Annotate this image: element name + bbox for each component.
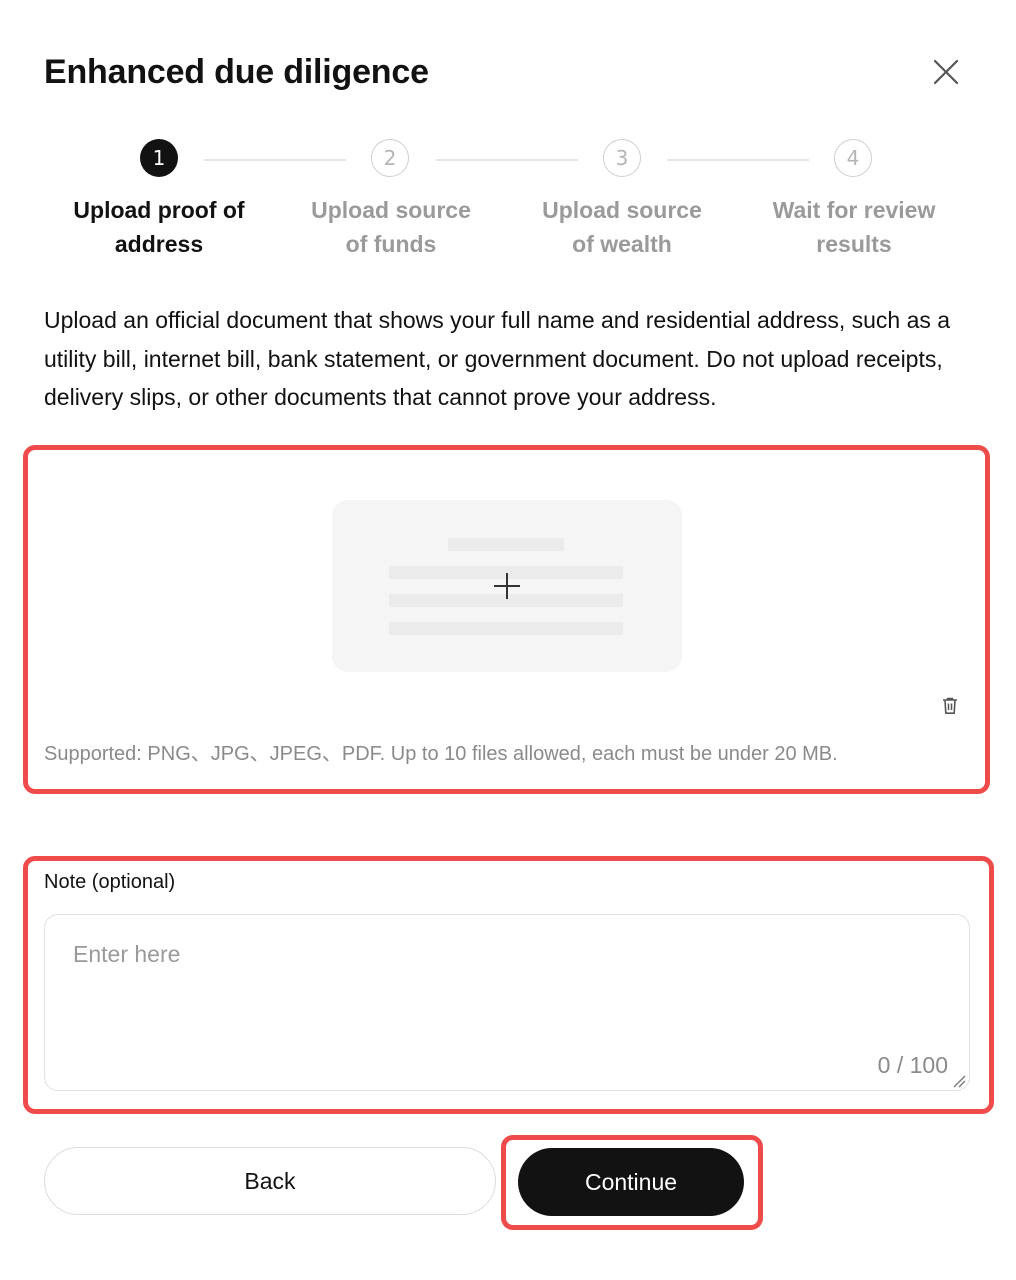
character-counter: 0 / 100: [877, 1052, 948, 1078]
document-placeholder-line: [389, 622, 623, 635]
close-icon: [933, 59, 959, 85]
step-connector: [204, 159, 346, 161]
note-textarea[interactable]: [44, 914, 970, 1091]
dialog-title: Enhanced due diligence: [44, 53, 429, 91]
step-3-number: 3: [603, 139, 641, 177]
plus-icon-vertical: [506, 573, 508, 599]
resize-handle-icon[interactable]: [952, 1074, 966, 1088]
step-4-number: 4: [834, 139, 872, 177]
continue-button[interactable]: Continue: [518, 1148, 744, 1216]
step-4-label: Wait for review results: [772, 197, 936, 257]
upload-hint: Supported: PNG、JPG、JPEG、PDF. Up to 10 fi…: [44, 743, 838, 765]
step-connector: [436, 159, 578, 161]
delete-button[interactable]: [938, 694, 962, 718]
step-2-label: Upload source of funds: [311, 197, 471, 257]
step-1-number: 1: [140, 139, 178, 177]
document-placeholder-line: [448, 538, 564, 551]
instructions-text: Upload an official document that shows y…: [44, 307, 951, 410]
step-1-label: Upload proof of address: [73, 197, 245, 257]
back-button[interactable]: Back: [44, 1147, 496, 1215]
close-button[interactable]: [926, 52, 966, 92]
trash-icon: [943, 697, 957, 714]
note-label: Note (optional): [44, 871, 176, 893]
step-connector: [667, 159, 809, 161]
step-2-number: 2: [371, 139, 409, 177]
step-3-label: Upload source of wealth: [542, 197, 702, 257]
